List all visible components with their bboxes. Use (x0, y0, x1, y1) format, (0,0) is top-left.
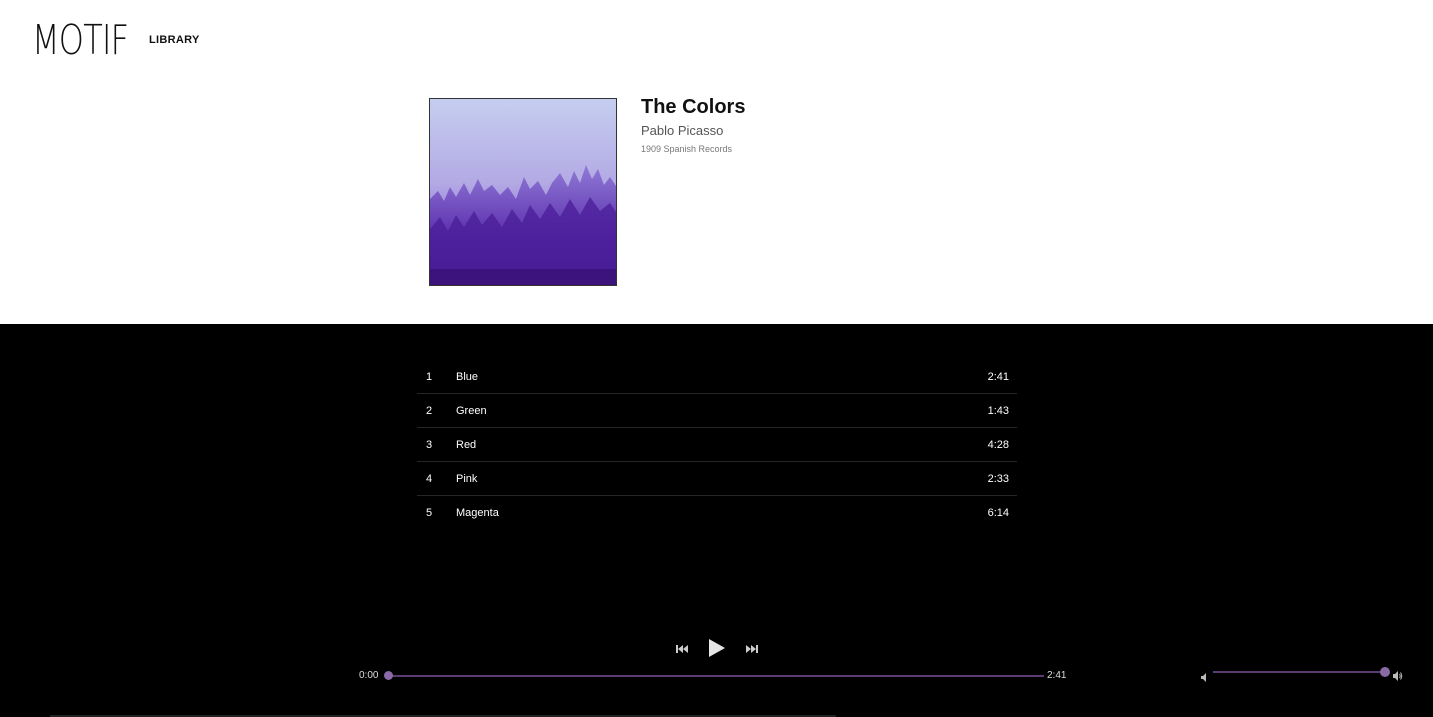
volume-handle[interactable] (1380, 667, 1390, 677)
volume-slider[interactable] (1213, 671, 1385, 673)
seek-handle[interactable] (384, 671, 393, 680)
current-time: 0:00 (359, 670, 379, 681)
playback-controls: 0:00 2:41 (0, 324, 1433, 717)
nav-library-link[interactable]: LIBRARY (149, 34, 200, 46)
volume-high-icon[interactable] (1393, 668, 1403, 681)
motif-logo[interactable]: MOTIF (32, 18, 129, 62)
total-time: 2:41 (1047, 670, 1067, 681)
skip-back-icon[interactable] (675, 642, 689, 656)
player-section: 1 Blue 2:41 2 Green 1:43 3 Red 4:28 4 Pi… (0, 324, 1433, 717)
play-icon[interactable] (706, 637, 728, 659)
album-title: The Colors (641, 96, 746, 118)
album-cover-image (429, 98, 617, 286)
skip-forward-icon[interactable] (745, 642, 759, 656)
album-release-info: 1909 Spanish Records (641, 144, 733, 154)
seek-bar[interactable] (388, 675, 1044, 677)
volume-low-icon[interactable] (1201, 669, 1210, 682)
album-artist[interactable]: Pablo Picasso (641, 123, 723, 138)
app-header: MOTIF LIBRARY (0, 0, 1433, 80)
misty-forest-artwork (430, 99, 616, 285)
